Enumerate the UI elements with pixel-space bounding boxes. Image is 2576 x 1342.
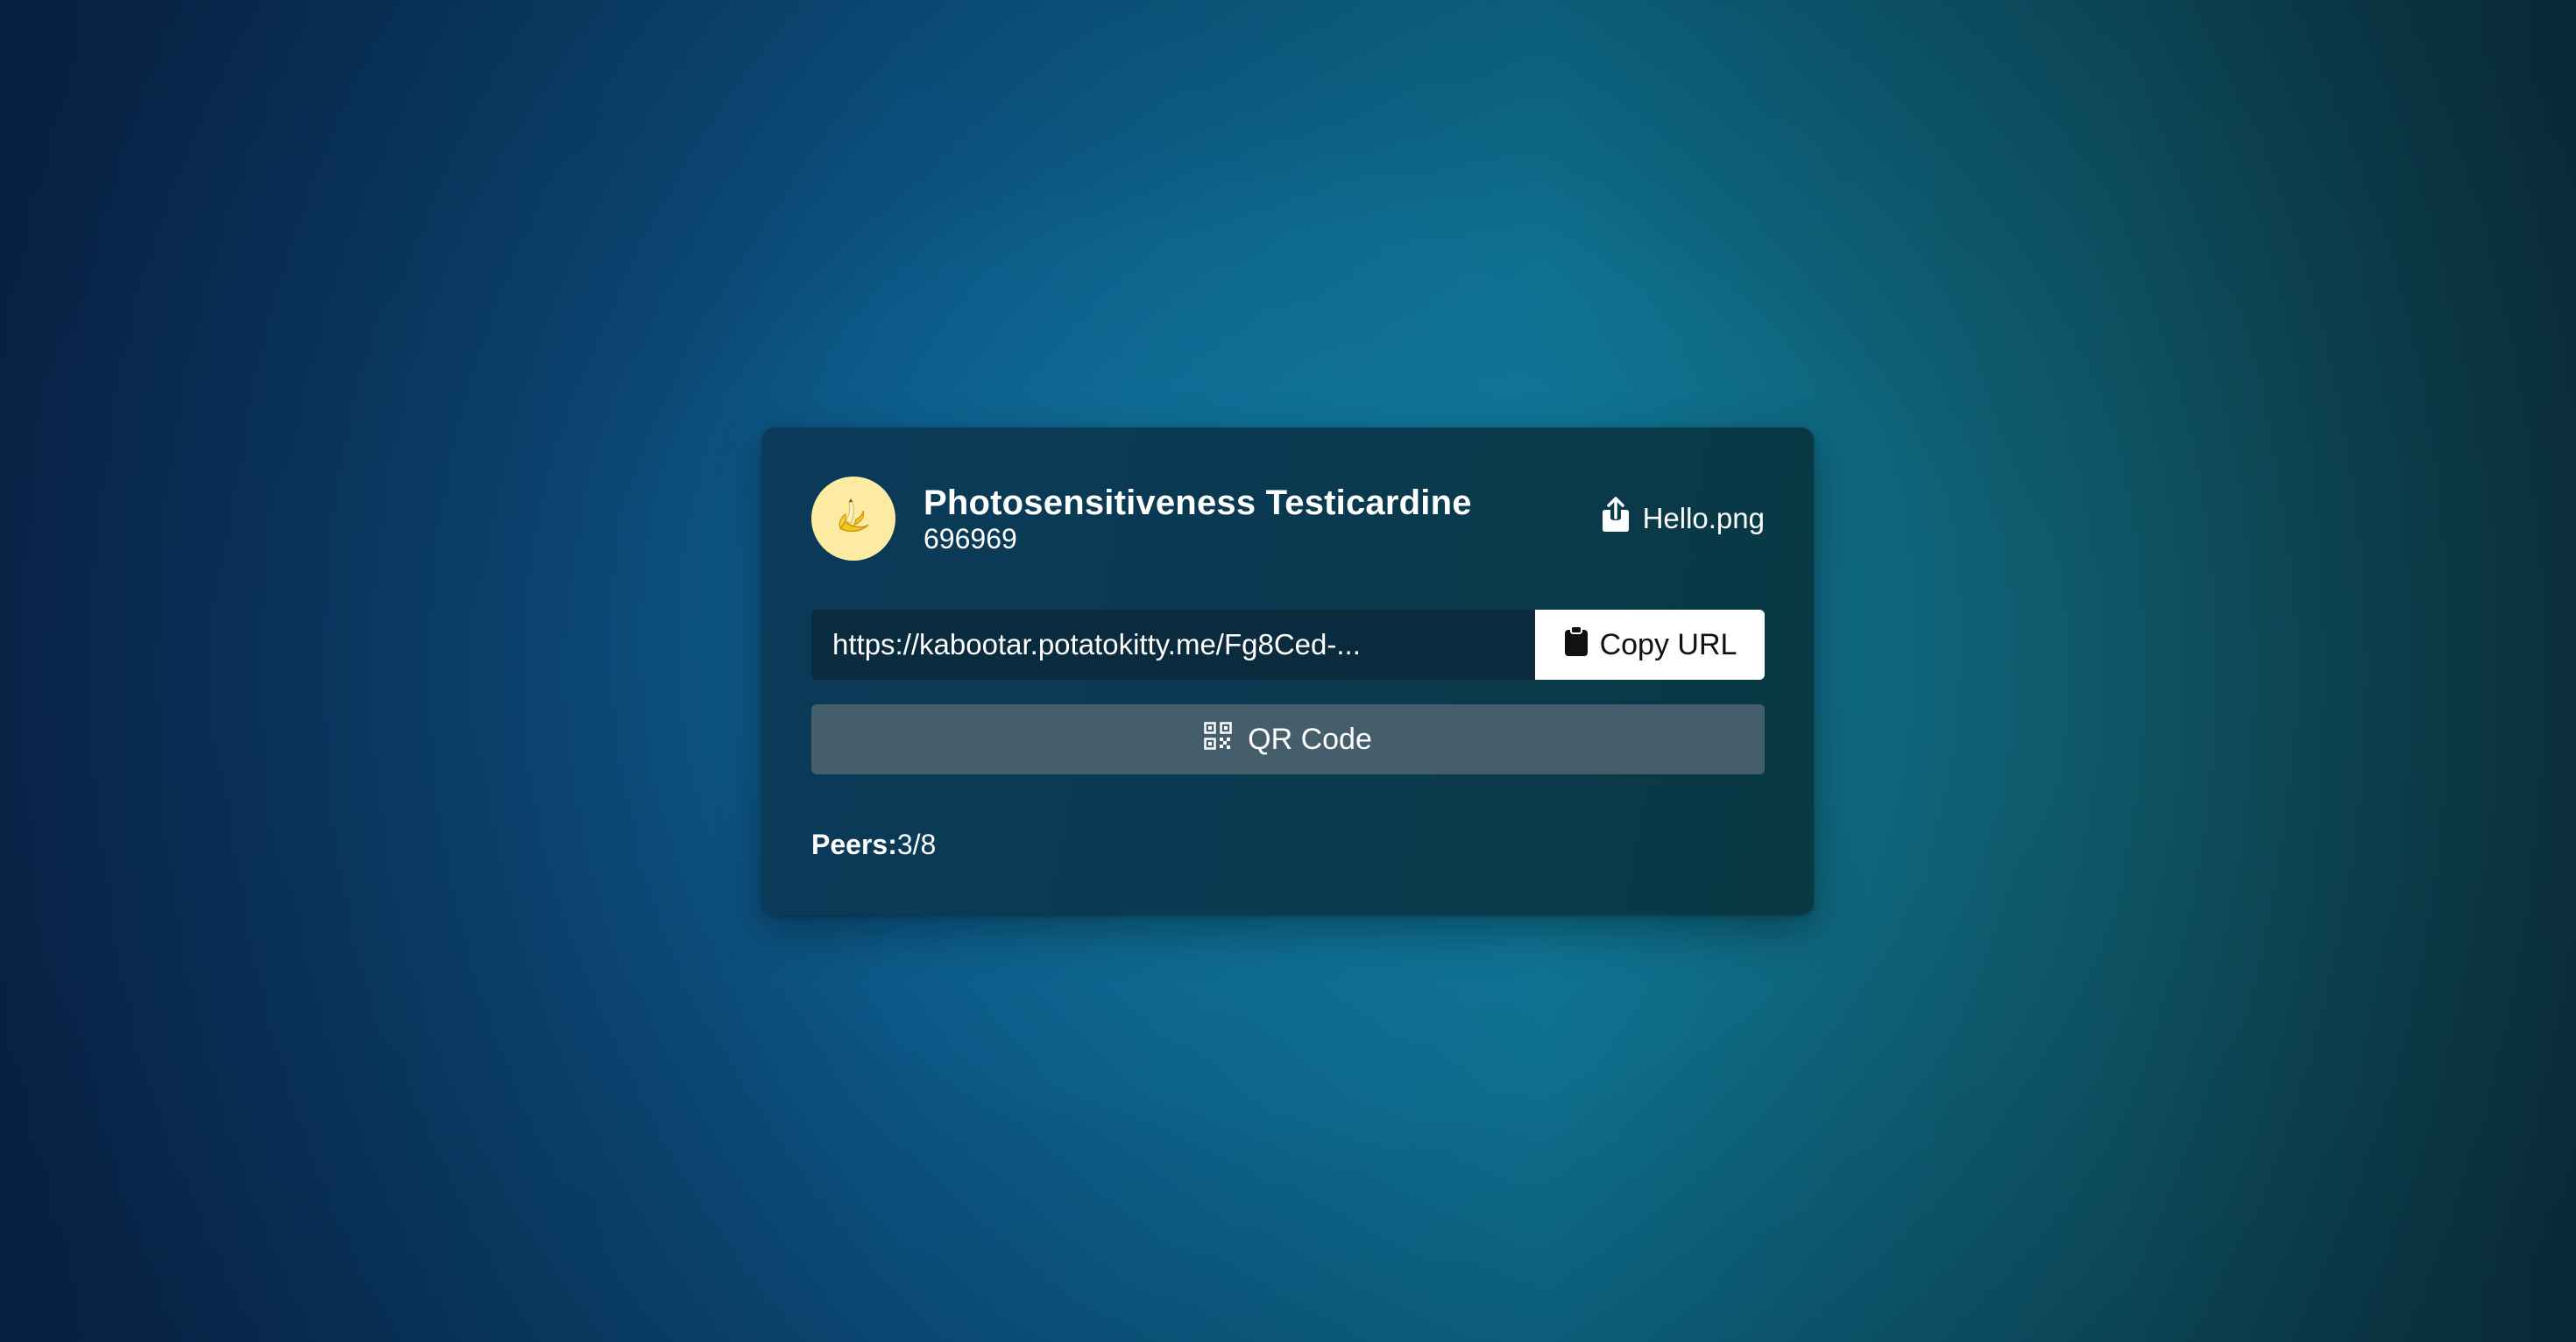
user-name: Photosensitiveness Testicardine xyxy=(924,484,1472,522)
copy-url-label: Copy URL xyxy=(1599,627,1737,661)
avatar xyxy=(811,477,895,561)
banana-icon xyxy=(830,493,877,545)
peers-label: Peers: xyxy=(811,829,897,860)
qr-code-label: QR Code xyxy=(1248,722,1372,756)
card-header: Photosensitiveness Testicardine 696969 H… xyxy=(811,477,1765,561)
share-url-field[interactable]: https://kabootar.potatokitty.me/Fg8Ced-.… xyxy=(811,610,1535,680)
user-id: 696969 xyxy=(924,523,1017,554)
room-card: Photosensitiveness Testicardine 696969 H… xyxy=(762,427,1814,915)
share-icon xyxy=(1601,497,1631,540)
qr-code-button[interactable]: QR Code xyxy=(811,704,1765,774)
copy-url-button[interactable]: Copy URL xyxy=(1535,610,1765,680)
clipboard-icon xyxy=(1563,625,1589,666)
user-info: Photosensitiveness Testicardine 696969 xyxy=(924,483,1601,554)
peers-count: 3/8 xyxy=(896,829,937,860)
file-info: Hello.png xyxy=(1601,497,1765,540)
file-name: Hello.png xyxy=(1642,502,1765,534)
peers-status: Peers:3/8 xyxy=(811,827,1765,862)
qr-code-icon xyxy=(1204,721,1232,758)
share-url-row: https://kabootar.potatokitty.me/Fg8Ced-.… xyxy=(811,610,1765,680)
